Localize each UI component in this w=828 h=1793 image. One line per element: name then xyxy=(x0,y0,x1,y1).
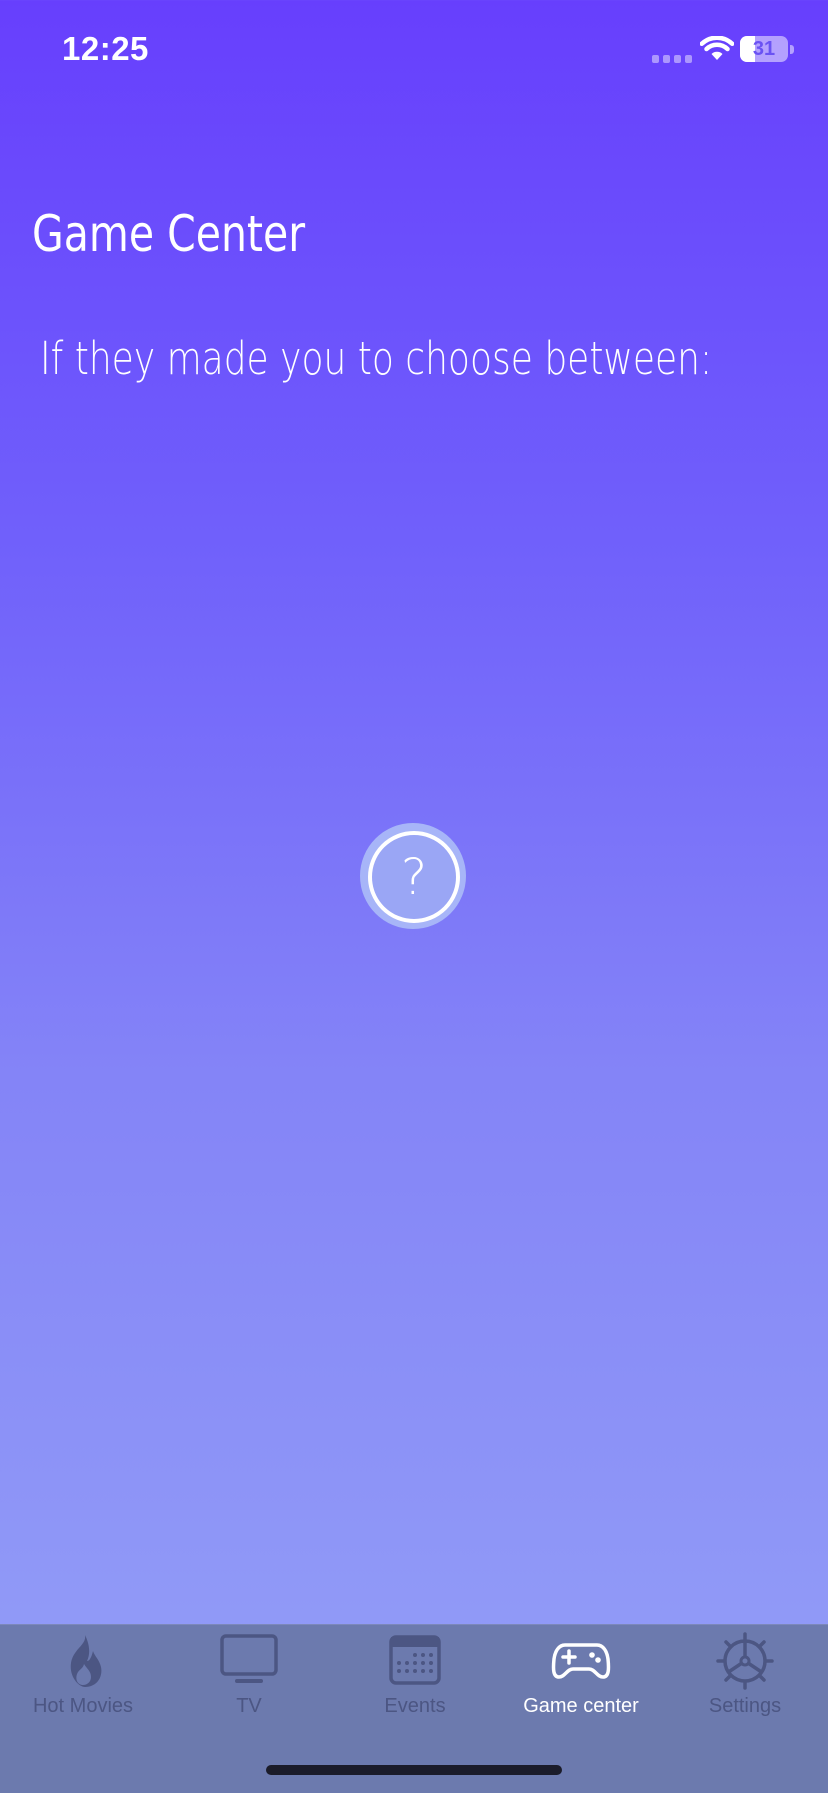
flame-icon xyxy=(70,1635,102,1687)
tab-settings[interactable]: Settings xyxy=(662,1625,828,1735)
question-circle-icon: ? xyxy=(368,831,460,923)
wifi-icon xyxy=(700,36,734,60)
gear-icon xyxy=(716,1632,774,1690)
battery-icon: 31 xyxy=(740,36,796,62)
tab-tv[interactable]: TV xyxy=(166,1625,332,1735)
tab-events[interactable]: Events xyxy=(332,1625,498,1735)
tab-hot-movies[interactable]: Hot Movies xyxy=(0,1625,166,1735)
status-bar: 12:25 31 xyxy=(0,0,828,100)
question-text: If they made you to choose between: xyxy=(40,332,713,385)
status-time: 12:25 xyxy=(62,30,149,67)
question-mark-glyph: ? xyxy=(400,848,428,906)
tab-game-center[interactable]: Game center xyxy=(498,1625,664,1735)
cellular-signal-icon xyxy=(652,55,692,63)
battery-body: 31 xyxy=(740,36,788,62)
battery-tip xyxy=(790,45,794,54)
battery-level: 31 xyxy=(752,38,776,60)
home-indicator[interactable] xyxy=(266,1765,562,1775)
gamepad-icon xyxy=(551,1643,611,1679)
tab-label: Settings xyxy=(708,1695,782,1717)
tab-label: Events xyxy=(384,1695,446,1717)
reveal-button[interactable]: ? xyxy=(360,823,466,929)
tab-label: Game center xyxy=(523,1695,639,1717)
tv-icon xyxy=(220,1634,278,1683)
page-title: Game Center xyxy=(32,205,306,263)
calendar-icon xyxy=(389,1635,441,1685)
tab-label: Hot Movies xyxy=(32,1695,134,1717)
tab-label: TV xyxy=(236,1695,262,1717)
